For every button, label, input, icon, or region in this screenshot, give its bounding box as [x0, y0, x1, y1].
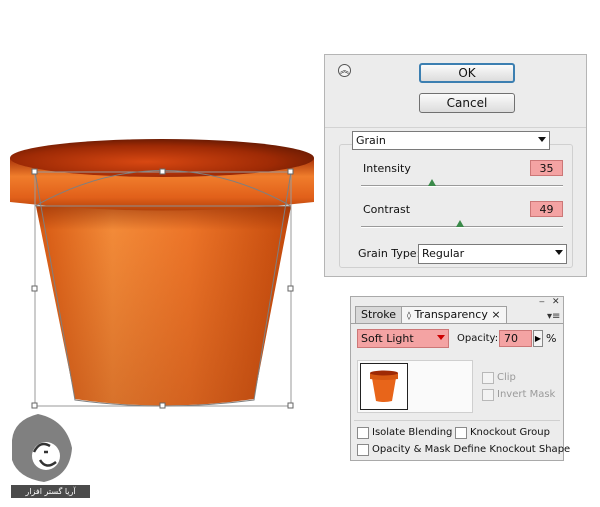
clip-label: Clip [497, 372, 516, 383]
isolate-blending-label: Isolate Blending [372, 427, 453, 438]
tab-transparency[interactable]: ◊ Transparency × [401, 306, 507, 323]
diamond-arrows-icon: ◊ [407, 311, 411, 320]
options-separator [354, 420, 560, 421]
chevron-down-icon [538, 137, 546, 142]
chevron-down-icon [437, 335, 445, 340]
watermark-text: آریا گستر افزار [11, 485, 90, 498]
grain-type-select[interactable]: Regular [418, 244, 567, 264]
contrast-input[interactable]: 49 [530, 201, 563, 217]
percent-sign: % [546, 332, 557, 345]
ok-button[interactable]: OK [419, 63, 515, 83]
filter-type-select[interactable]: Grain [352, 131, 550, 150]
clip-checkbox[interactable] [482, 372, 494, 384]
tab-close-icon[interactable]: × [491, 308, 500, 321]
knockout-group-checkbox[interactable] [455, 427, 467, 439]
contrast-slider-thumb[interactable] [456, 220, 464, 227]
object-thumbnail[interactable] [360, 363, 408, 410]
flower-pot[interactable] [10, 139, 314, 406]
opacity-stepper-arrow-icon[interactable]: ▶ [533, 330, 543, 347]
chevron-double-up-icon[interactable]: ︽ [338, 64, 351, 77]
filter-type-value: Grain [356, 134, 386, 147]
intensity-slider-thumb[interactable] [428, 179, 436, 186]
blend-mode-value: Soft Light [361, 332, 414, 345]
watermark-logo [12, 414, 72, 482]
grain-type-value: Regular [422, 247, 465, 260]
opacity-label: Opacity: [457, 333, 499, 344]
define-knockout-checkbox[interactable] [357, 444, 369, 456]
intensity-slider-track[interactable] [361, 185, 563, 187]
opacity-input[interactable]: 70 [499, 330, 532, 347]
contrast-label: Contrast [363, 203, 411, 216]
panel-menu-icon[interactable]: ▾≡ [547, 311, 560, 322]
dialog-divider [325, 127, 586, 128]
blend-mode-select[interactable]: Soft Light [357, 329, 449, 348]
chevron-down-icon [555, 250, 563, 255]
close-panel-icon[interactable]: ✕ [552, 297, 560, 307]
tab-stroke[interactable]: Stroke [355, 306, 403, 323]
grain-dialog: ︽ OK Cancel Grain Intensity 35 Contrast … [324, 54, 587, 277]
grain-type-label: Grain Type: [358, 247, 421, 260]
invert-mask-label: Invert Mask [497, 389, 556, 400]
knockout-group-label: Knockout Group [470, 427, 550, 438]
minimize-icon[interactable]: ‒ [539, 297, 545, 307]
invert-mask-checkbox[interactable] [482, 389, 494, 401]
intensity-label: Intensity [363, 162, 411, 175]
thumbnail-area [357, 360, 473, 413]
tab-separator [351, 323, 563, 324]
transparency-panel: ‒ ✕ ▾≡ Stroke ◊ Transparency × Soft Ligh… [350, 296, 570, 461]
cancel-button[interactable]: Cancel [419, 93, 515, 113]
define-knockout-label: Opacity & Mask Define Knockout Shape [372, 444, 571, 455]
isolate-blending-checkbox[interactable] [357, 427, 369, 439]
pot-thumbnail-image [370, 370, 398, 402]
intensity-input[interactable]: 35 [530, 160, 563, 176]
